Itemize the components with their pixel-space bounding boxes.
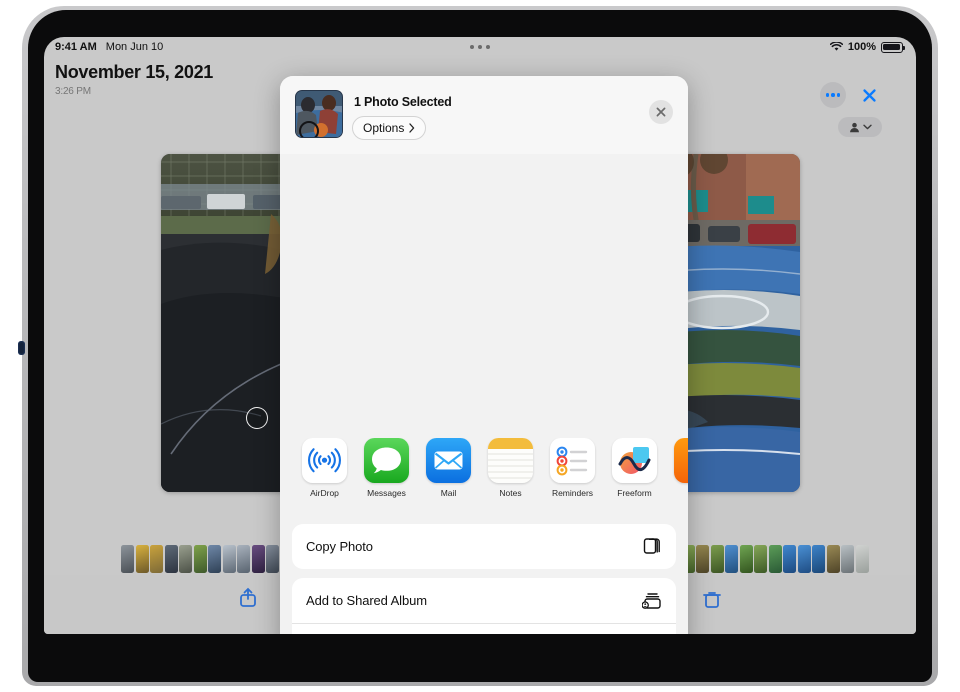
action-add-to-shared-album[interactable]: Add to Shared Album bbox=[292, 578, 676, 623]
messages-icon bbox=[364, 438, 409, 483]
share-app-row[interactable]: AirDrop Messages Mail Notes Reminders Fr… bbox=[280, 438, 688, 516]
battery-percent: 100% bbox=[847, 41, 876, 53]
share-app-messages[interactable]: Messages bbox=[364, 438, 409, 498]
filmstrip-thumb[interactable] bbox=[208, 545, 221, 573]
filmstrip-thumb[interactable] bbox=[121, 545, 134, 573]
filmstrip-thumb[interactable] bbox=[739, 545, 753, 573]
share-app-freeform[interactable]: Freeform bbox=[612, 438, 657, 498]
action-copy-photo[interactable]: Copy Photo bbox=[292, 524, 676, 569]
filmstrip-thumb[interactable] bbox=[754, 545, 767, 573]
filmstrip-thumb[interactable] bbox=[696, 545, 709, 573]
filmstrip-thumb[interactable] bbox=[783, 545, 796, 573]
share-app-label: Reminders bbox=[551, 488, 594, 498]
filmstrip-thumb[interactable] bbox=[725, 545, 738, 573]
books-icon bbox=[674, 438, 688, 483]
filmstrip-thumb[interactable] bbox=[797, 545, 811, 573]
filmstrip-thumb[interactable] bbox=[812, 545, 825, 573]
filmstrip-thumb[interactable] bbox=[855, 545, 869, 573]
share-app-label: Mail bbox=[440, 488, 457, 498]
selection-title: 1 Photo Selected bbox=[354, 95, 452, 109]
share-app-airdrop[interactable]: AirDrop bbox=[302, 438, 347, 498]
filmstrip-thumb[interactable] bbox=[251, 545, 265, 573]
share-actions-primary: Copy Photo bbox=[292, 524, 676, 569]
front-camera-icon bbox=[18, 341, 25, 355]
status-bar-left: 9:41 AM Mon Jun 10 bbox=[55, 41, 163, 53]
selection-circle-icon[interactable] bbox=[246, 407, 268, 429]
wifi-icon bbox=[829, 42, 843, 52]
filmstrip-left-group[interactable] bbox=[121, 545, 279, 573]
filmstrip-thumb[interactable] bbox=[768, 545, 782, 573]
ipad-screen: 9:41 AM Mon Jun 10 100% November 15, 202… bbox=[44, 37, 916, 634]
filmstrip-thumb[interactable] bbox=[193, 545, 207, 573]
share-app-reminders[interactable]: Reminders bbox=[550, 438, 595, 498]
action-add-to-album[interactable]: Add to Album bbox=[292, 623, 676, 634]
status-time: 9:41 AM bbox=[55, 41, 97, 53]
action-label: Add to Shared Album bbox=[306, 593, 427, 608]
filmstrip-right-group[interactable] bbox=[667, 545, 869, 573]
copy-icon bbox=[642, 536, 663, 557]
options-button[interactable]: Options bbox=[352, 116, 427, 140]
share-app-label: Freeform bbox=[617, 488, 652, 498]
page-subtitle: 3:26 PM bbox=[55, 86, 91, 97]
chevron-right-icon bbox=[409, 123, 415, 133]
filmstrip-thumb[interactable] bbox=[710, 545, 724, 573]
share-app-notes[interactable]: Notes bbox=[488, 438, 533, 498]
notes-icon bbox=[488, 438, 533, 483]
mail-icon bbox=[426, 438, 471, 483]
share-app-label: AirDrop bbox=[310, 488, 339, 498]
close-x-icon[interactable] bbox=[856, 82, 882, 108]
close-x-icon[interactable] bbox=[649, 100, 673, 124]
freeform-icon bbox=[612, 438, 657, 483]
battery-full-icon bbox=[881, 41, 905, 53]
delete-button[interactable] bbox=[694, 587, 730, 613]
share-app-label: Messages bbox=[367, 488, 406, 498]
filmstrip-thumb[interactable] bbox=[222, 545, 236, 573]
filmstrip-thumb[interactable] bbox=[841, 545, 854, 573]
share-sheet: 1 Photo Selected Options AirDrop Message… bbox=[280, 76, 688, 634]
status-bar: 9:41 AM Mon Jun 10 100% bbox=[44, 37, 916, 57]
reminders-icon bbox=[550, 438, 595, 483]
page-title: November 15, 2021 bbox=[55, 62, 213, 82]
options-label: Options bbox=[363, 121, 405, 135]
action-label: Copy Photo bbox=[306, 539, 373, 554]
filmstrip-thumb[interactable] bbox=[164, 545, 178, 573]
selected-photo-thumbnail[interactable] bbox=[295, 90, 343, 138]
filmstrip-thumb[interactable] bbox=[150, 545, 163, 573]
status-date: Mon Jun 10 bbox=[105, 41, 164, 53]
shared-album-icon bbox=[642, 590, 663, 611]
screenshot-root: 9:41 AM Mon Jun 10 100% November 15, 202… bbox=[0, 0, 960, 692]
share-sheet-header: 1 Photo Selected Options bbox=[280, 76, 688, 154]
share-sheet-preview-area bbox=[280, 154, 688, 438]
share-actions-secondary: Add to Shared Album Add to Album bbox=[292, 578, 676, 634]
filmstrip-thumb[interactable] bbox=[826, 545, 840, 573]
share-app-books[interactable]: B bbox=[674, 438, 688, 498]
share-app-mail[interactable]: Mail bbox=[426, 438, 471, 498]
filmstrip-thumb[interactable] bbox=[179, 545, 192, 573]
filmstrip-thumb[interactable] bbox=[237, 545, 250, 573]
multitasking-handle-icon[interactable] bbox=[470, 45, 490, 49]
share-app-label: Notes bbox=[499, 488, 522, 498]
filmstrip-thumb[interactable] bbox=[135, 545, 149, 573]
filmstrip-thumb[interactable] bbox=[266, 545, 279, 573]
airdrop-icon bbox=[302, 438, 347, 483]
status-bar-right: 100% bbox=[829, 41, 905, 53]
more-ellipsis-icon[interactable] bbox=[820, 82, 846, 108]
share-button[interactable] bbox=[230, 587, 266, 613]
